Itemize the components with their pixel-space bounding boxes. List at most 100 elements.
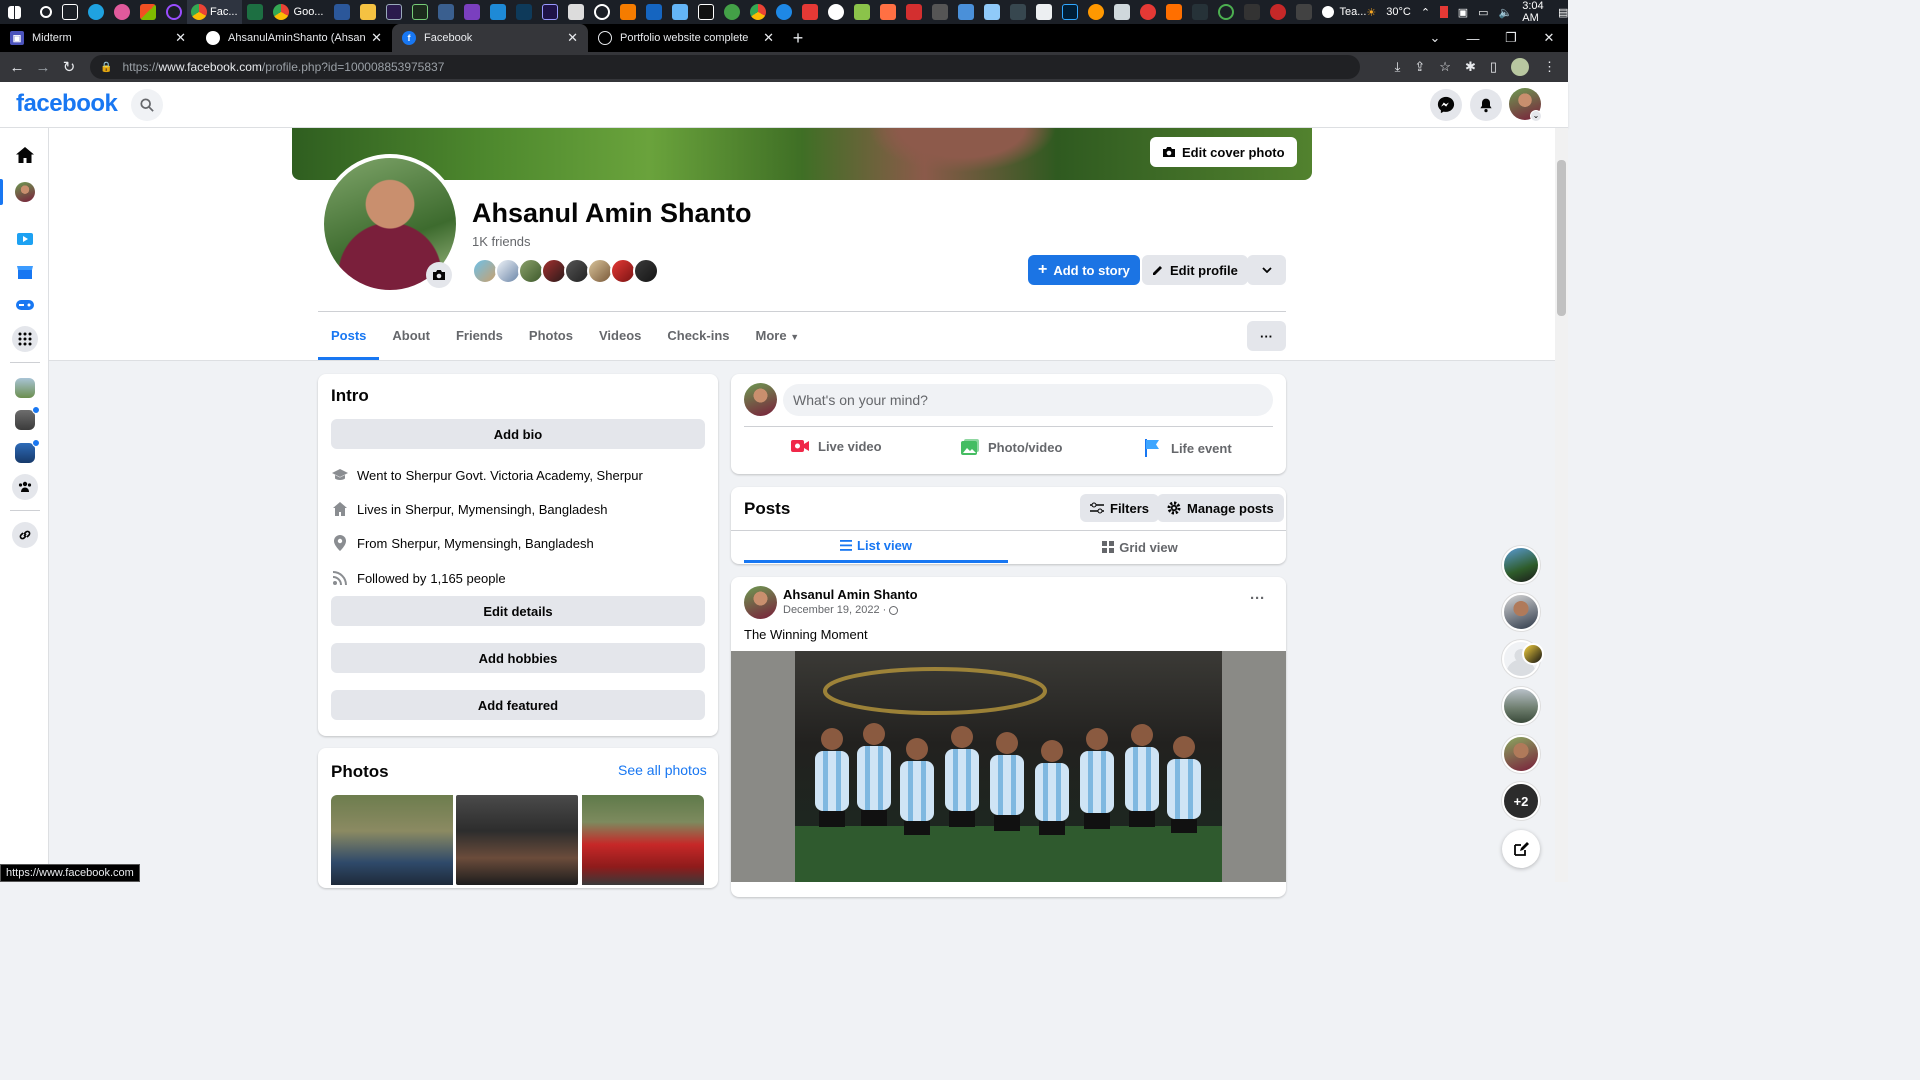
app-icon[interactable] xyxy=(1166,4,1183,20)
gaming-icon[interactable] xyxy=(12,292,38,318)
visual-studio-icon[interactable] xyxy=(464,4,481,20)
app-icon[interactable] xyxy=(1088,4,1105,20)
weather-icon[interactable]: ☀ xyxy=(1366,6,1376,19)
photo-thumbnail[interactable] xyxy=(582,795,704,885)
taskbar-facebook-app[interactable]: Fac... xyxy=(187,0,242,24)
whats-on-your-mind-input[interactable]: What's on your mind? xyxy=(783,384,1273,416)
reload-icon[interactable]: ↻ xyxy=(56,58,82,76)
scrollbar-thumb[interactable] xyxy=(1557,160,1566,316)
new-tab-button[interactable]: + xyxy=(784,24,812,52)
app-icon[interactable] xyxy=(672,4,689,20)
friend-avatar[interactable] xyxy=(633,258,659,284)
premiere-icon[interactable] xyxy=(542,4,559,20)
manage-posts-button[interactable]: Manage posts xyxy=(1157,494,1284,522)
app-icon[interactable] xyxy=(1192,4,1209,20)
profile-avatar[interactable] xyxy=(1511,58,1529,76)
teams-icon[interactable] xyxy=(1322,6,1335,18)
app-icon[interactable] xyxy=(854,4,871,20)
add-featured-button[interactable]: Add featured xyxy=(331,690,705,720)
network-icon[interactable]: ▭ xyxy=(1478,6,1488,19)
marketplace-icon[interactable] xyxy=(12,259,38,285)
browser-tab-active[interactable]: f Facebook ✕ xyxy=(392,24,588,52)
contact-avatar[interactable] xyxy=(1502,593,1540,631)
tab-more[interactable]: More ▼ xyxy=(743,320,813,360)
profile-options-dropdown-button[interactable] xyxy=(1247,255,1286,285)
list-view-tab[interactable]: List view xyxy=(744,531,1008,563)
update-profile-picture-button[interactable] xyxy=(426,262,452,288)
intro-row-value[interactable]: Sherpur, Mymensingh, Bangladesh xyxy=(405,502,607,517)
browser-tab[interactable]: Portfolio website complete ✕ xyxy=(588,24,784,52)
app-icon[interactable] xyxy=(1244,4,1261,20)
friends-count[interactable]: 1K friends xyxy=(472,234,531,249)
close-icon[interactable]: ✕ xyxy=(371,30,382,46)
app-icon[interactable] xyxy=(568,4,585,20)
edit-details-button[interactable]: Edit details xyxy=(331,596,705,626)
photo-video-button[interactable]: Photo/video xyxy=(960,438,1062,456)
add-to-story-button[interactable]: + Add to story xyxy=(1028,255,1140,285)
profile-avatar-icon[interactable] xyxy=(12,179,38,205)
composer-avatar[interactable] xyxy=(744,383,777,416)
app-icon[interactable] xyxy=(516,4,533,20)
add-bio-button[interactable]: Add bio xyxy=(331,419,705,449)
notifications-button[interactable] xyxy=(1470,89,1502,121)
clock-time[interactable]: 3:04 AM xyxy=(1522,0,1548,24)
side-panel-icon[interactable]: ▯ xyxy=(1490,59,1497,75)
see-all-photos-link[interactable]: See all photos xyxy=(618,762,707,778)
more-contacts-badge[interactable]: +2 xyxy=(1502,782,1540,820)
app-icon[interactable] xyxy=(1296,4,1313,20)
close-icon[interactable]: ✕ xyxy=(567,30,578,46)
chrome-menu-icon[interactable]: ⋮ xyxy=(1543,59,1556,75)
app-icon[interactable] xyxy=(776,4,793,20)
install-icon[interactable]: ⤓ xyxy=(1395,59,1401,75)
intro-row-value[interactable]: Sherpur, Mymensingh, Bangladesh xyxy=(391,536,593,551)
post-timestamp[interactable]: December 19, 2022 · xyxy=(783,604,899,616)
lock-icon[interactable]: 🔒 xyxy=(100,62,112,73)
live-video-button[interactable]: Live video xyxy=(790,438,882,454)
filters-button[interactable]: Filters xyxy=(1080,494,1160,522)
taskbar-app-label[interactable]: Tea... xyxy=(1339,6,1366,18)
photo-thumbnail[interactable] xyxy=(456,795,578,885)
tab-friends[interactable]: Friends xyxy=(443,320,516,360)
messenger-button[interactable] xyxy=(1430,89,1462,121)
contact-avatar[interactable] xyxy=(1502,546,1540,584)
app-icon[interactable] xyxy=(166,4,182,20)
add-hobbies-button[interactable]: Add hobbies xyxy=(331,643,705,673)
chevron-down-icon[interactable]: ⌄ xyxy=(1530,110,1542,122)
temperature[interactable]: 30°C xyxy=(1386,6,1411,18)
animate-icon[interactable] xyxy=(386,4,403,20)
minimize-icon[interactable]: — xyxy=(1454,31,1492,46)
menu-grid-icon[interactable] xyxy=(12,326,38,352)
post-author-name[interactable]: Ahsanul Amin Shanto xyxy=(783,587,918,602)
browser-tab[interactable]: AhsanulAminShanto (Ahsanul Ar ✕ xyxy=(196,24,392,52)
app-icon[interactable] xyxy=(932,4,949,20)
intro-row-value[interactable]: 1,165 people xyxy=(430,571,505,586)
chrome-icon[interactable] xyxy=(750,4,767,20)
close-window-icon[interactable]: ✕ xyxy=(1530,30,1568,46)
shortcut-group-icon[interactable] xyxy=(12,375,38,401)
restore-icon[interactable]: ❐ xyxy=(1492,30,1530,46)
close-icon[interactable]: ✕ xyxy=(763,30,774,46)
taskbar-app-label[interactable]: Goo... xyxy=(294,6,324,18)
tab-check-ins[interactable]: Check-ins xyxy=(654,320,742,360)
app-icon[interactable] xyxy=(802,4,819,20)
grid-view-tab[interactable]: Grid view xyxy=(1008,531,1272,563)
app-icon[interactable] xyxy=(880,4,897,20)
facebook-logo[interactable]: facebook xyxy=(16,90,118,118)
app-icon[interactable] xyxy=(646,4,663,20)
post-options-icon[interactable]: ··· xyxy=(1250,590,1265,607)
contact-avatar-small[interactable] xyxy=(1522,643,1544,665)
address-bar[interactable]: 🔒 https:// www.facebook.com /profile.php… xyxy=(90,55,1360,79)
profile-more-button[interactable]: ··· xyxy=(1247,321,1286,351)
app-icon[interactable] xyxy=(1036,4,1053,20)
app-icon[interactable] xyxy=(1218,4,1235,20)
home-icon[interactable] xyxy=(12,142,38,168)
file-explorer-icon[interactable] xyxy=(360,4,377,20)
post-image[interactable] xyxy=(795,651,1222,882)
pycharm-icon[interactable] xyxy=(698,4,715,20)
back-icon[interactable]: ← xyxy=(4,59,30,76)
volume-icon[interactable]: 🔈 xyxy=(1499,6,1513,19)
word-icon[interactable] xyxy=(334,4,351,20)
bookmark-star-icon[interactable]: ☆ xyxy=(1439,59,1451,75)
edge-icon[interactable] xyxy=(88,4,104,20)
tab-posts[interactable]: Posts xyxy=(318,320,380,360)
